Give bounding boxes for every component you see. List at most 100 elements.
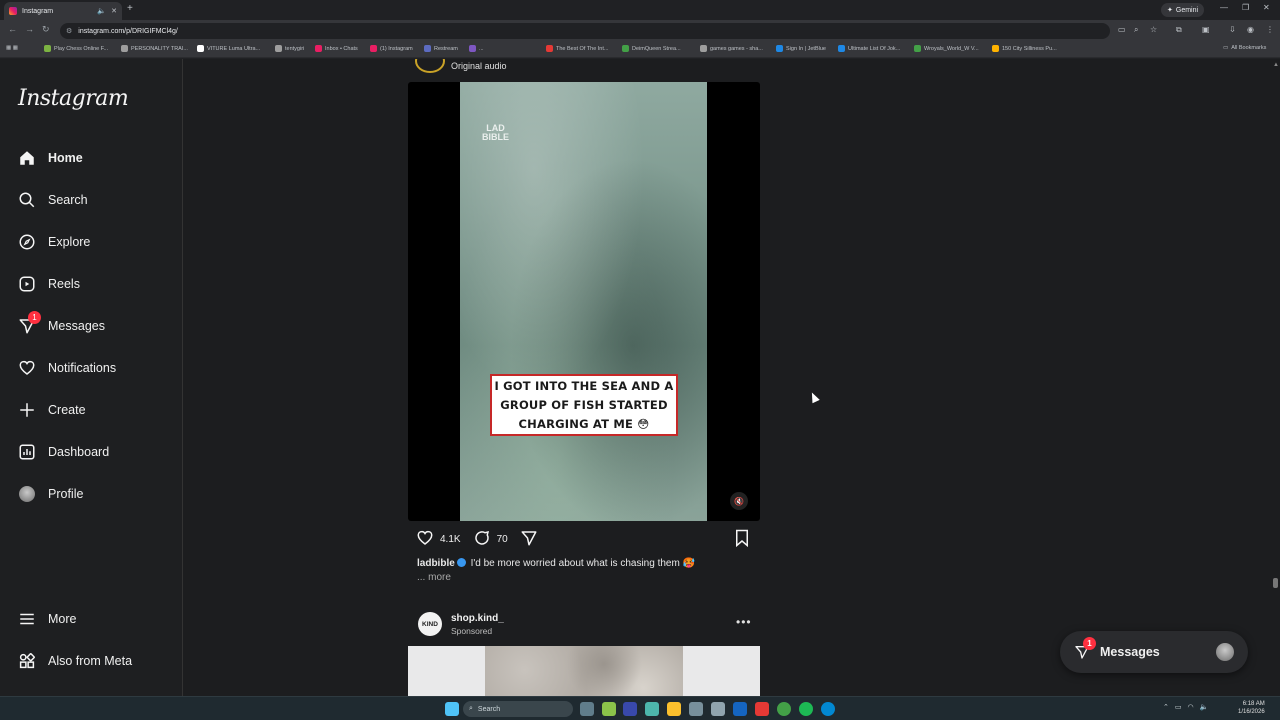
extensions-icon[interactable]: ⧉ [1176, 25, 1182, 35]
volume-icon[interactable]: 🔈 [1200, 703, 1209, 711]
back-icon[interactable]: ← [8, 24, 17, 34]
sidebar-item-search[interactable]: Search [18, 190, 88, 210]
caption-more-link[interactable]: ... more [417, 572, 451, 583]
address-bar[interactable]: ⚙ instagram.com/p/DRIGIFMCl4g/ [60, 23, 1110, 39]
sidebar-item-profile[interactable]: Profile [18, 484, 83, 504]
folder-icon [121, 45, 128, 52]
gemini-icon: ✦ [1167, 7, 1173, 14]
settings-icon[interactable] [711, 702, 725, 716]
forward-icon[interactable]: → [25, 24, 34, 34]
app-icon[interactable] [755, 702, 769, 716]
mouse-cursor [808, 390, 820, 404]
sidebar-item-more[interactable]: More [18, 609, 76, 629]
post2-media[interactable] [408, 646, 760, 696]
zoom-icon[interactable]: ⌕ [1134, 25, 1138, 35]
bookmark-item[interactable]: VITURE Luma Ultra... [197, 45, 260, 52]
bookmark-item[interactable]: DeimQueen Strea... [622, 45, 681, 52]
bookmark-star-icon[interactable]: ☆ [1150, 25, 1157, 34]
battery-icon[interactable]: ▭ [1175, 703, 1182, 711]
reload-icon[interactable]: ↻ [42, 24, 50, 35]
cast-icon[interactable]: ▭ [1118, 25, 1126, 34]
caption-username[interactable]: ladbible [417, 558, 455, 569]
instagram-logo[interactable]: Instagram [18, 86, 129, 111]
post2-avatar[interactable]: KIND [418, 612, 442, 636]
bookmark-item[interactable]: 150 City Silliness Pu... [992, 45, 1057, 52]
task-view-icon[interactable] [580, 702, 594, 716]
messages-floating-button[interactable]: 1 Messages [1060, 631, 1248, 673]
bookmark-item[interactable]: Wroyals_World_W V... [914, 45, 979, 52]
post2-username[interactable]: shop.kind_ [451, 613, 504, 624]
scroll-up-icon[interactable]: ▲ [1273, 62, 1279, 68]
bookmark-favicon-icon [914, 45, 921, 52]
mute-toggle-icon[interactable]: 🔇 [730, 492, 748, 510]
bookmark-item[interactable]: ... [469, 45, 484, 52]
like-count[interactable]: 4.1K [440, 534, 461, 545]
sidebar-item-also-from-meta[interactable]: Also from Meta [18, 651, 132, 671]
chrome-icon[interactable] [777, 702, 791, 716]
app-icon[interactable] [645, 702, 659, 716]
bookmark-item[interactable]: Play Chess Online F... [44, 45, 108, 52]
gemini-button[interactable]: ✦ Gemini [1161, 3, 1205, 17]
all-bookmarks[interactable]: ▭ All Bookmarks [1223, 45, 1266, 51]
spotify-icon[interactable] [799, 702, 813, 716]
sidebar-item-reels[interactable]: Reels [18, 274, 80, 294]
sidebar-item-dashboard[interactable]: Dashboard [18, 442, 109, 462]
minimize-icon[interactable]: — [1220, 3, 1228, 12]
windows-taskbar: ⌕ Search ⌃ ▭ ◠ 🔈 6:18 AM 1/16/2026 [0, 696, 1280, 720]
bookmark-item[interactable]: The Best Of The Int... [546, 45, 608, 52]
side-panel-icon[interactable]: ▣ [1202, 25, 1210, 34]
bookmark-item[interactable]: Sign In | JetBlue [776, 45, 826, 52]
site-info-icon[interactable]: ⚙ [66, 27, 72, 35]
browser-tab-bar: Instagram 🔈 ✕ + ✦ Gemini — ❐ ✕ [0, 0, 1280, 20]
comment-icon[interactable] [473, 529, 491, 550]
bookmark-favicon-icon [469, 45, 476, 52]
start-icon[interactable] [445, 702, 459, 716]
bookmark-item[interactable]: PERSONALITY TRAI... [121, 45, 188, 52]
comment-count[interactable]: 70 [497, 534, 508, 545]
taskbar-search[interactable]: ⌕ Search [463, 701, 573, 717]
audio-playing-icon[interactable]: 🔈 [97, 7, 106, 15]
maximize-icon[interactable]: ❐ [1242, 3, 1249, 12]
app-icon[interactable] [623, 702, 637, 716]
bookmark-item[interactable]: games games - sha... [700, 45, 763, 52]
sidebar-item-notifications[interactable]: Notifications [18, 358, 116, 378]
bookmark-item[interactable]: tentygiri [275, 45, 304, 52]
bookmark-icon[interactable] [734, 529, 750, 552]
sidebar-item-create[interactable]: Create [18, 400, 86, 420]
share-icon[interactable] [520, 529, 538, 550]
profile-icon[interactable]: ◉ [1247, 25, 1254, 34]
file-explorer-icon[interactable] [667, 702, 681, 716]
sidebar-item-home[interactable]: Home [18, 148, 83, 168]
sidebar-item-messages[interactable]: 1 Messages [18, 311, 105, 336]
notification-badge: 1 [1083, 637, 1096, 650]
menu-dots-icon[interactable]: ⋮ [1266, 25, 1274, 34]
sidebar-item-explore[interactable]: Explore [18, 232, 90, 252]
sidebar-item-label: Create [48, 403, 86, 417]
app-icon[interactable] [602, 702, 616, 716]
bookmark-item[interactable]: (1) Instagram [370, 45, 413, 52]
post-author-avatar[interactable] [415, 59, 445, 73]
bookmark-item[interactable]: Restream [424, 45, 458, 52]
browser-tab[interactable]: Instagram 🔈 ✕ [4, 2, 122, 20]
close-tab-icon[interactable]: ✕ [111, 7, 117, 15]
bookmark-item[interactable]: Inbox • Chats [315, 45, 358, 52]
more-options-icon[interactable]: ••• [736, 615, 752, 629]
edge-icon[interactable] [821, 702, 835, 716]
scrollbar-thumb[interactable] [1273, 578, 1278, 588]
apps-icon[interactable]: ▦ ▦ [6, 45, 18, 51]
close-window-icon[interactable]: ✕ [1263, 3, 1270, 12]
app-icon[interactable] [689, 702, 703, 716]
bookmark-item[interactable]: Ultimate List Of Jok... [838, 45, 900, 52]
downloads-icon[interactable]: ⇩ [1229, 25, 1236, 34]
folder-icon: ▭ [1223, 45, 1229, 51]
chevron-up-icon[interactable]: ⌃ [1163, 703, 1169, 711]
new-tab-button[interactable]: + [127, 3, 133, 14]
taskbar-clock[interactable]: 6:18 AM 1/16/2026 [1238, 700, 1265, 716]
wifi-icon[interactable]: ◠ [1188, 703, 1194, 711]
like-icon[interactable] [416, 529, 434, 550]
post-video[interactable]: LAD BIBLE I GOT INTO THE SEA AND A GROUP… [408, 82, 760, 521]
sidebar-item-label: More [48, 612, 77, 626]
steam-icon[interactable] [733, 702, 747, 716]
audio-label[interactable]: Original audio [451, 61, 507, 71]
page-scrollbar[interactable] [1271, 59, 1280, 696]
